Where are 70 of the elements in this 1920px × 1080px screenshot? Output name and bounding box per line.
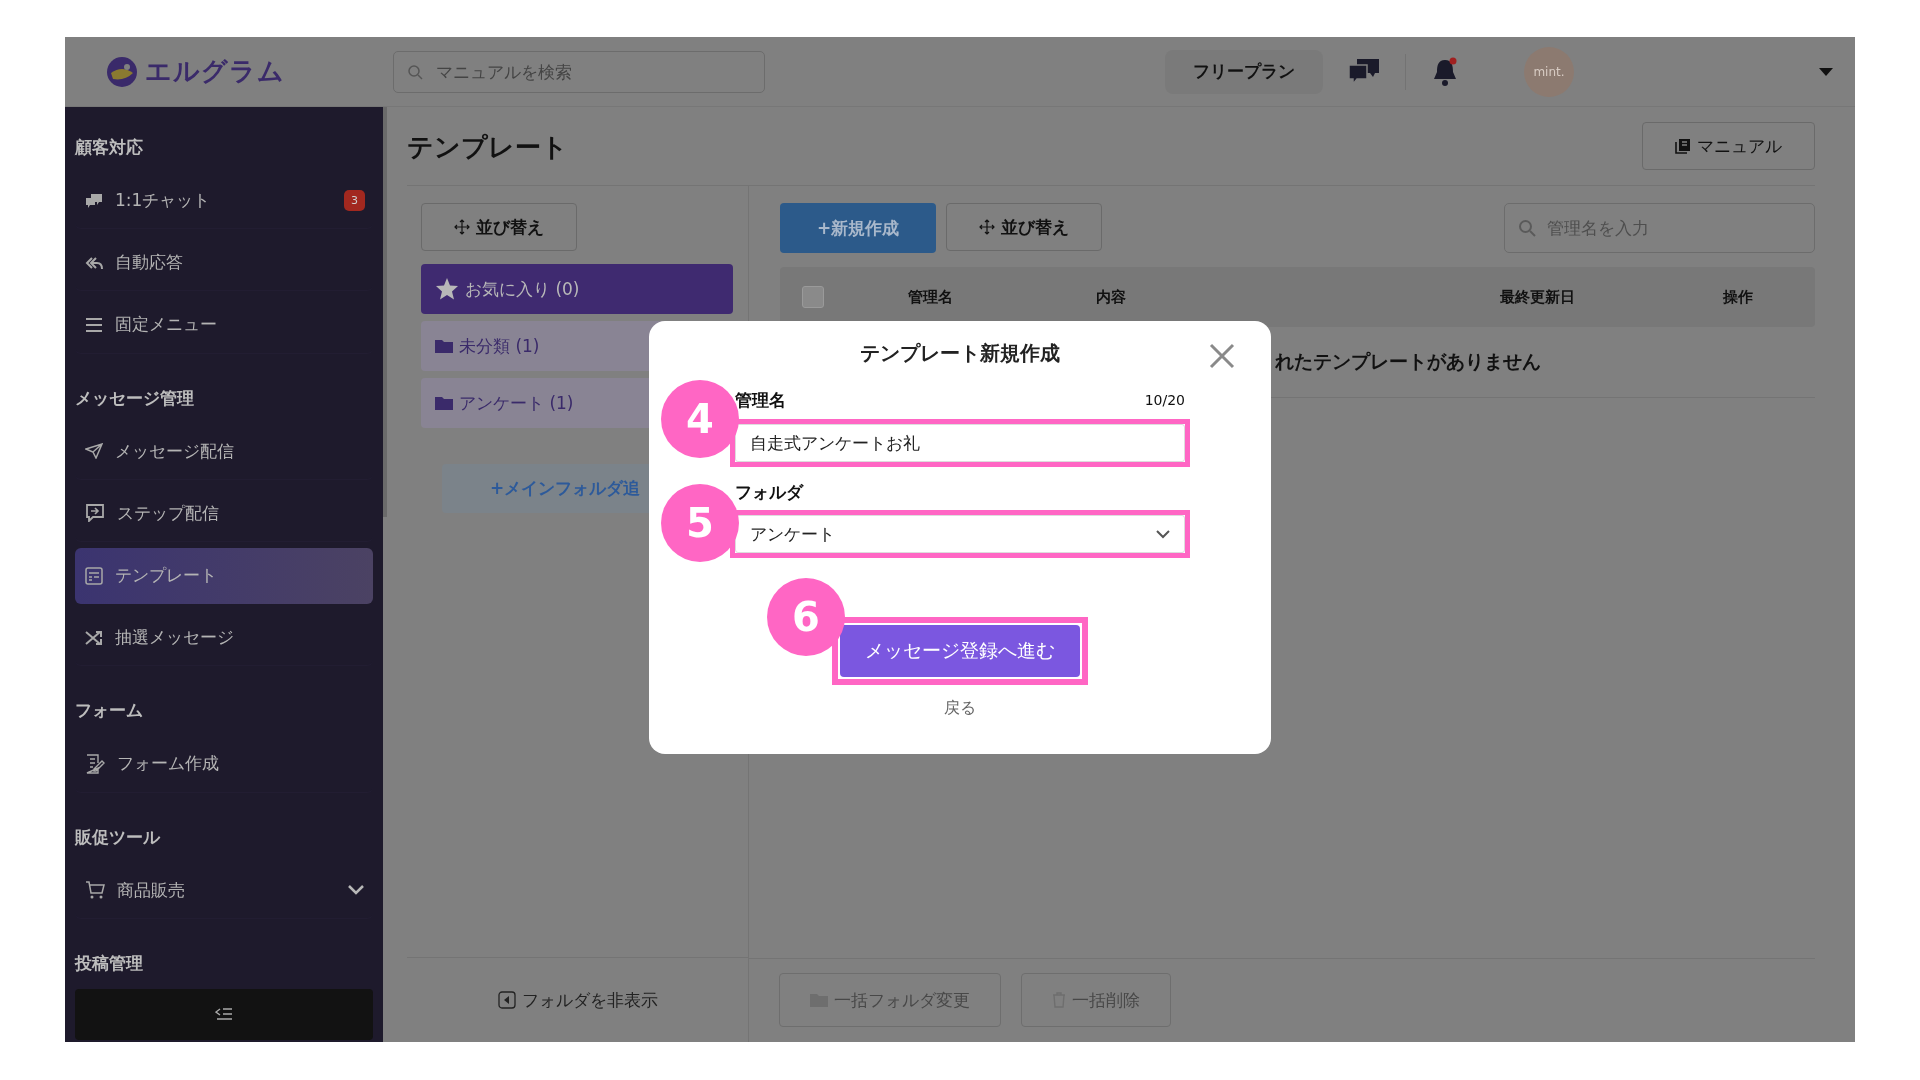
folder-icon — [435, 339, 453, 353]
shuffle-icon — [85, 629, 103, 646]
folder-icon — [435, 396, 453, 410]
dialog-title: テンプレート新規作成 — [859, 341, 1061, 365]
chevron-icon — [1156, 529, 1170, 539]
sidebar-item[interactable]: 1:1チャット 3 — [75, 173, 373, 230]
form-icon — [85, 753, 105, 774]
sidebar-item[interactable]: メッセージ配信 — [75, 423, 373, 480]
sidebar-item-label: フォーム作成 — [117, 752, 220, 776]
section-title: 投稿管理 — [75, 951, 144, 975]
sidebar-item-label: 商品販売 — [117, 878, 186, 902]
sort-button[interactable]: 並び替え — [421, 203, 577, 251]
chevron-icon[interactable] — [347, 884, 365, 897]
book-icon — [1675, 138, 1691, 154]
back-link[interactable]: 戻る — [938, 697, 982, 720]
sidebar-item[interactable]: 自動応答 — [75, 235, 373, 292]
reply-icon — [85, 254, 103, 271]
folder-select[interactable]: アンケート — [735, 515, 1185, 553]
column-header: 内容 — [1096, 287, 1126, 307]
caret-icon[interactable] — [1819, 66, 1833, 77]
search-icon — [1518, 219, 1536, 237]
sidebar-item-label: ステップ配信 — [117, 501, 220, 525]
cart-icon — [85, 881, 105, 900]
sidebar-item-label: メッセージ配信 — [115, 439, 235, 463]
search-icon — [407, 63, 423, 80]
sidebar-item-label: 抽選メッセージ — [115, 626, 235, 650]
new-button[interactable]: +新規作成 — [780, 203, 936, 253]
logo-text[interactable]: エルグラム — [145, 54, 285, 89]
sidebar-item[interactable]: フォーム作成 — [75, 736, 373, 793]
sidebar-item-label: 自動応答 — [115, 251, 184, 275]
sidebar-item[interactable]: 商品販売 — [75, 862, 373, 919]
sidebar-item[interactable]: 抽選メッセージ — [75, 610, 373, 667]
folder-item[interactable]: お気に入り (0) — [421, 264, 733, 314]
section-title: フォーム — [75, 699, 144, 723]
star-icon — [435, 277, 459, 301]
move-icon — [454, 219, 470, 235]
plan-button[interactable]: フリープラン — [1165, 49, 1323, 94]
manual-button[interactable]: マニュアル — [1642, 122, 1815, 170]
menu-icon — [85, 316, 103, 333]
caret-left-icon — [497, 991, 516, 1009]
send-icon — [85, 443, 103, 460]
sidebar-item[interactable]: 固定メニュー — [75, 297, 373, 354]
checkbox[interactable] — [802, 286, 824, 308]
move-icon — [979, 219, 995, 235]
sidebar-item[interactable]: ステップ配信 — [75, 485, 373, 542]
input-field[interactable]: 自走式アンケートお礼 — [735, 424, 1185, 462]
message-icon — [85, 504, 105, 523]
search-field[interactable]: マニュアルを検索 — [393, 50, 765, 93]
sidebar-item[interactable]: テンプレート — [75, 547, 373, 605]
chat-icon — [85, 192, 103, 209]
column-header: 管理名 — [907, 287, 953, 307]
column-header: 操作 — [1723, 287, 1753, 307]
sort-button[interactable]: 並び替え — [946, 203, 1102, 251]
template-icon — [85, 566, 103, 585]
close-icon[interactable] — [1209, 343, 1235, 369]
logo-icon — [105, 54, 139, 89]
collapse-icon — [215, 1007, 233, 1022]
sidebar-item-label: テンプレート — [115, 564, 218, 588]
scrollbar[interactable] — [383, 107, 387, 517]
column-header: 最終更新日 — [1499, 287, 1575, 307]
avatar[interactable]: mint. — [1524, 46, 1574, 97]
submit-button[interactable]: メッセージ登録へ進む — [840, 625, 1080, 677]
sidebar-item-label: 固定メニュー — [115, 313, 218, 337]
unread-badge: 3 — [344, 190, 365, 212]
section-title: 顧客対応 — [75, 136, 144, 159]
sidebar-item-label: 1:1チャット — [115, 189, 212, 213]
section-title: 販促ツール — [75, 825, 162, 849]
page-title: テンプレート — [407, 130, 568, 164]
section-title: メッセージ管理 — [75, 386, 195, 410]
hide-folders-button[interactable]: フォルダを非表示 — [491, 987, 664, 1013]
